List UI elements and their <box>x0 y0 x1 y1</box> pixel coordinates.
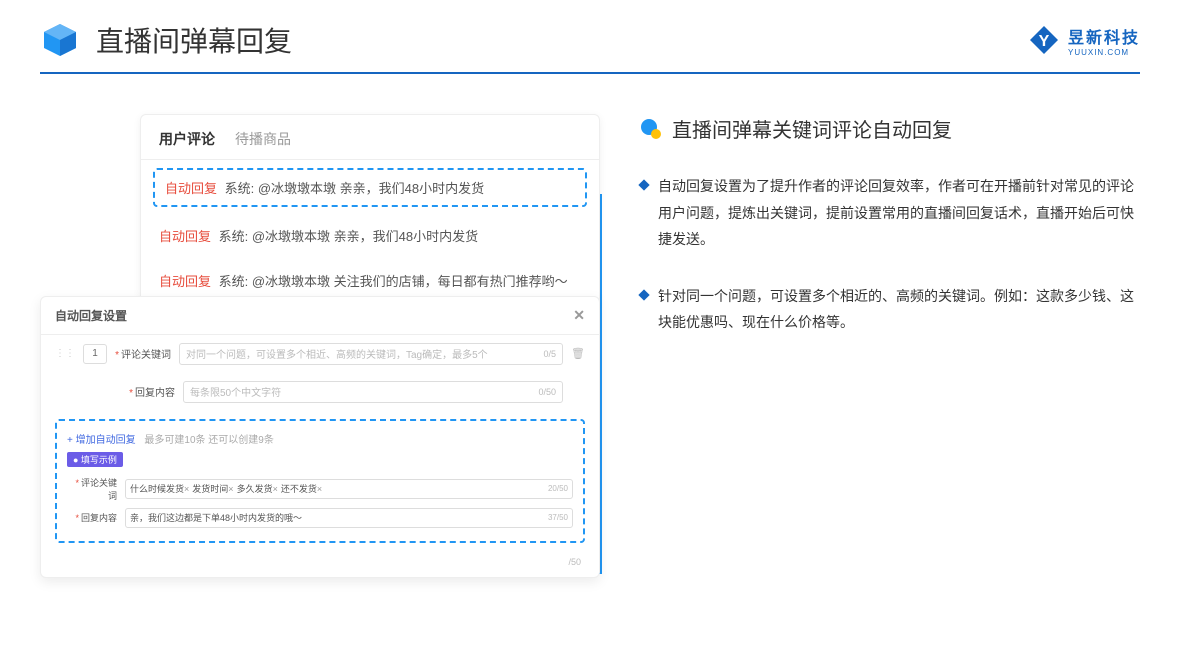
bullet-item: 自动回复设置为了提升作者的评论回复效率，作者可在开播前针对常见的评论用户问题，提… <box>640 173 1140 253</box>
outer-count: /50 <box>41 557 599 577</box>
settings-card: 自动回复设置 ✕ ⋮⋮ 1 *评论关键词 对同一个问题，可设置多个相近、高频的关… <box>40 296 600 578</box>
brand-name: 昱新科技 <box>1068 24 1140 48</box>
header-divider <box>40 72 1140 74</box>
example-reply-input[interactable]: 亲，我们这边都是下单48小时内发货的哦～ 37/50 <box>125 508 573 528</box>
bullet-text: 针对同一个问题，可设置多个相近的、高频的关键词。例如：这款多少钱、这块能优惠吗、… <box>658 283 1140 336</box>
highlighted-comment: 自动回复 系统: @冰墩墩本墩 亲亲，我们48小时内发货 <box>153 168 587 207</box>
keyword-row: ⋮⋮ 1 *评论关键词 对同一个问题，可设置多个相近、高频的关键词，Tag确定，… <box>41 335 599 373</box>
keyword-input[interactable]: 对同一个问题，可设置多个相近、高频的关键词，Tag确定，最多5个 0/5 <box>179 343 563 365</box>
example-badge: ● 填写示例 <box>67 452 123 467</box>
auto-reply-badge: 自动回复 <box>159 274 211 289</box>
drag-icon[interactable]: ⋮⋮ <box>55 348 75 359</box>
left-panel: 用户评论 待播商品 自动回复 系统: @冰墩墩本墩 亲亲，我们48小时内发货 自… <box>40 114 600 578</box>
reply-input[interactable]: 每条限50个中文字符 0/50 <box>183 381 563 403</box>
bullet-item: 针对同一个问题，可设置多个相近的、高频的关键词。例如：这款多少钱、这块能优惠吗、… <box>640 283 1140 336</box>
auto-reply-badge: 自动回复 <box>165 181 217 196</box>
example-keyword-input[interactable]: 什么时候发货× 发货时间× 多久发货× 还不发货× 20/50 <box>125 479 573 499</box>
bullet-text: 自动回复设置为了提升作者的评论回复效率，作者可在开播前针对常见的评论用户问题，提… <box>658 173 1140 253</box>
diamond-icon <box>638 179 649 190</box>
example-reply-row: *回复内容 亲，我们这边都是下单48小时内发货的哦～ 37/50 <box>67 505 573 531</box>
tabs: 用户评论 待播商品 <box>141 115 599 160</box>
comment-text: 系统: @冰墩墩本墩 亲亲，我们48小时内发货 <box>219 229 479 244</box>
brand-icon: Y <box>1028 24 1060 56</box>
section-title: 直播间弹幕关键词评论自动回复 <box>640 114 1140 143</box>
right-panel: 直播间弹幕关键词评论自动回复 自动回复设置为了提升作者的评论回复效率，作者可在开… <box>640 114 1140 578</box>
add-auto-reply-link[interactable]: + 增加自动回复 最多可建10条 还可以创建9条 <box>67 431 573 446</box>
tab-user-comments[interactable]: 用户评论 <box>159 129 215 149</box>
cube-icon <box>40 20 80 60</box>
brand-logo: Y 昱新科技 YUUXIN.COM <box>1028 24 1140 57</box>
keyword-label: *评论关键词 <box>115 346 171 361</box>
close-icon[interactable]: ✕ <box>573 307 585 324</box>
svg-text:Y: Y <box>1039 33 1050 50</box>
example-keyword-row: *评论关键词 什么时候发货× 发货时间× 多久发货× 还不发货× 20/50 <box>67 473 573 505</box>
reply-row: *回复内容 每条限50个中文字符 0/50 <box>41 373 599 411</box>
auto-reply-badge: 自动回复 <box>159 229 211 244</box>
brand-sub: YUUXIN.COM <box>1068 48 1140 57</box>
reply-label: *回复内容 <box>119 384 175 399</box>
settings-title: 自动回复设置 <box>55 307 127 324</box>
comments-card: 用户评论 待播商品 自动回复 系统: @冰墩墩本墩 亲亲，我们48小时内发货 自… <box>140 114 600 306</box>
tab-pending-products[interactable]: 待播商品 <box>235 129 291 149</box>
row-number: 1 <box>83 344 107 364</box>
bubble-icon <box>640 118 662 140</box>
comment-text: 系统: @冰墩墩本墩 亲亲，我们48小时内发货 <box>225 181 485 196</box>
settings-header: 自动回复设置 ✕ <box>41 297 599 335</box>
diamond-icon <box>638 289 649 300</box>
example-section: + 增加自动回复 最多可建10条 还可以创建9条 ● 填写示例 *评论关键词 什… <box>55 419 585 543</box>
comment-item: 自动回复 系统: @冰墩墩本墩 亲亲，我们48小时内发货 <box>141 215 599 260</box>
page-title: 直播间弹幕回复 <box>96 20 292 60</box>
trash-icon[interactable]: 🗑 <box>571 347 585 360</box>
comment-text: 系统: @冰墩墩本墩 关注我们的店铺，每日都有热门推荐哟～ <box>219 274 568 289</box>
page-header: 直播间弹幕回复 Y 昱新科技 YUUXIN.COM <box>0 0 1180 72</box>
